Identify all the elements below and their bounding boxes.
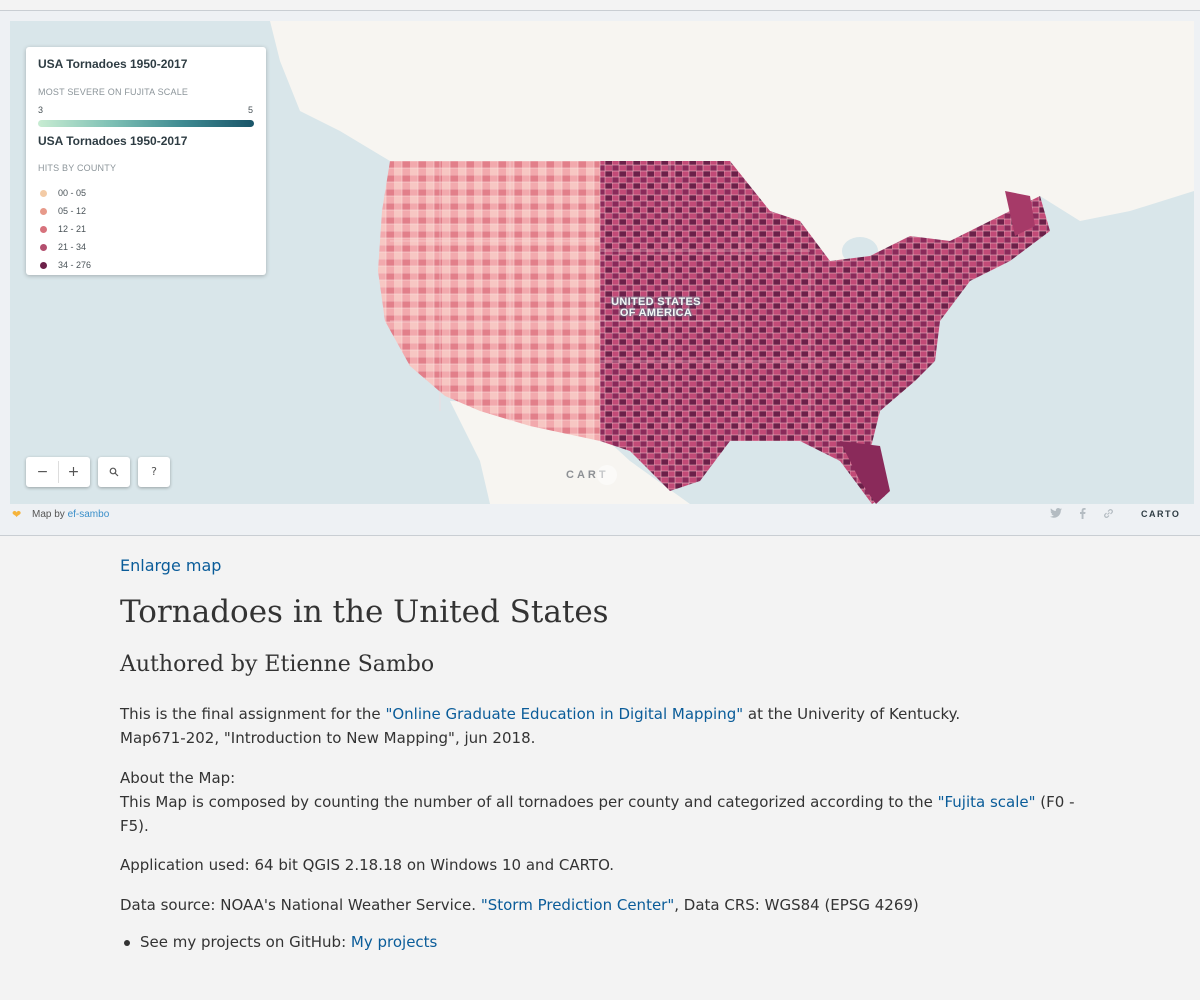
map-canvas[interactable]: UNITED STATES OF AMERICA USA Tornadoes 1… bbox=[10, 21, 1194, 504]
bullet-dot bbox=[124, 940, 130, 946]
link-icon[interactable] bbox=[1103, 508, 1114, 522]
facebook-icon[interactable] bbox=[1079, 508, 1086, 522]
carto-watermark-dot bbox=[596, 465, 617, 485]
legend-title-hits: USA Tornadoes 1950-2017 bbox=[38, 134, 188, 148]
about-text: This Map is composed by counting the num… bbox=[120, 793, 938, 811]
map-credit-prefix: Map by bbox=[32, 509, 65, 520]
fujita-scale-link[interactable]: "Fujita scale" bbox=[938, 793, 1036, 811]
help-button[interactable]: ? bbox=[138, 457, 170, 487]
legend-scale-max: 5 bbox=[248, 105, 254, 115]
data-source-text-end: , Data CRS: WGS84 (EPSG 4269) bbox=[674, 896, 919, 914]
data-source-paragraph: Data source: NOAA's National Weather Ser… bbox=[120, 893, 1080, 917]
intro-text: This is the final assignment for the bbox=[120, 705, 386, 723]
map-legend: USA Tornadoes 1950-2017 MOST SEVERE ON F… bbox=[26, 47, 266, 275]
search-icon bbox=[109, 467, 119, 477]
search-button[interactable] bbox=[98, 457, 130, 487]
heart-icon: ❤ bbox=[12, 509, 22, 521]
data-source-text: Data source: NOAA's National Weather Ser… bbox=[120, 896, 481, 914]
legend-gradient-bar bbox=[38, 120, 254, 127]
digital-mapping-link[interactable]: "Online Graduate Education in Digital Ma… bbox=[385, 705, 743, 723]
zoom-in-button[interactable]: + bbox=[58, 457, 89, 487]
legend-item-label: 34 - 276 bbox=[58, 260, 92, 270]
zoom-divider bbox=[58, 461, 59, 483]
legend-subtitle-severity: MOST SEVERE ON FUJITA SCALE bbox=[38, 87, 189, 97]
legend-swatch bbox=[40, 208, 47, 215]
carto-logo[interactable]: CARTO bbox=[1141, 509, 1180, 519]
intro-text-end: at the Univerity of Kentucky. bbox=[743, 705, 961, 723]
author-link[interactable]: ef-sambo bbox=[68, 509, 110, 520]
map-footer: ❤ Map by ef-sambo CARTO bbox=[0, 500, 1200, 536]
enlarge-map-link[interactable]: Enlarge map bbox=[120, 556, 221, 575]
map-embed: UNITED STATES OF AMERICA USA Tornadoes 1… bbox=[0, 10, 1200, 536]
github-text: See my projects on GitHub: My projects bbox=[140, 930, 437, 954]
legend-item-label: 12 - 21 bbox=[58, 224, 87, 234]
page-title: Tornadoes in the United States bbox=[120, 594, 609, 630]
country-label: UNITED STATES OF AMERICA bbox=[596, 297, 716, 319]
legend-item-label: 05 - 12 bbox=[58, 206, 87, 216]
legend-subtitle-hits: HITS BY COUNTY bbox=[38, 163, 117, 173]
country-label-line2: OF AMERICA bbox=[619, 307, 693, 319]
map-credit: Map by ef-sambo bbox=[32, 509, 109, 520]
intro-paragraph: This is the final assignment for the "On… bbox=[120, 702, 1080, 750]
legend-swatch bbox=[40, 244, 47, 251]
author-heading: Authored by Etienne Sambo bbox=[120, 652, 435, 677]
legend-swatch bbox=[40, 190, 47, 197]
about-heading: About the Map: bbox=[120, 769, 236, 787]
application-paragraph: Application used: 64 bit QGIS 2.18.18 on… bbox=[120, 856, 615, 874]
zoom-out-button[interactable]: − bbox=[27, 457, 58, 487]
my-projects-link[interactable]: My projects bbox=[351, 933, 437, 951]
legend-swatch bbox=[40, 262, 47, 269]
twitter-icon[interactable] bbox=[1050, 508, 1062, 521]
about-paragraph: About the Map: This Map is composed by c… bbox=[120, 766, 1080, 838]
legend-title-severity: USA Tornadoes 1950-2017 bbox=[38, 57, 188, 71]
legend-item-label: 21 - 34 bbox=[58, 242, 87, 252]
github-label: See my projects on GitHub: bbox=[140, 933, 351, 951]
usa-west bbox=[378, 161, 600, 441]
legend-swatch bbox=[40, 226, 47, 233]
carto-watermark: CART bbox=[566, 465, 629, 485]
course-info: Map671-202, "Introduction to New Mapping… bbox=[120, 729, 536, 747]
legend-item-label: 00 - 05 bbox=[58, 188, 87, 198]
legend-scale-min: 3 bbox=[38, 105, 44, 115]
storm-prediction-link[interactable]: "Storm Prediction Center" bbox=[481, 896, 674, 914]
zoom-control: − + bbox=[26, 457, 90, 487]
